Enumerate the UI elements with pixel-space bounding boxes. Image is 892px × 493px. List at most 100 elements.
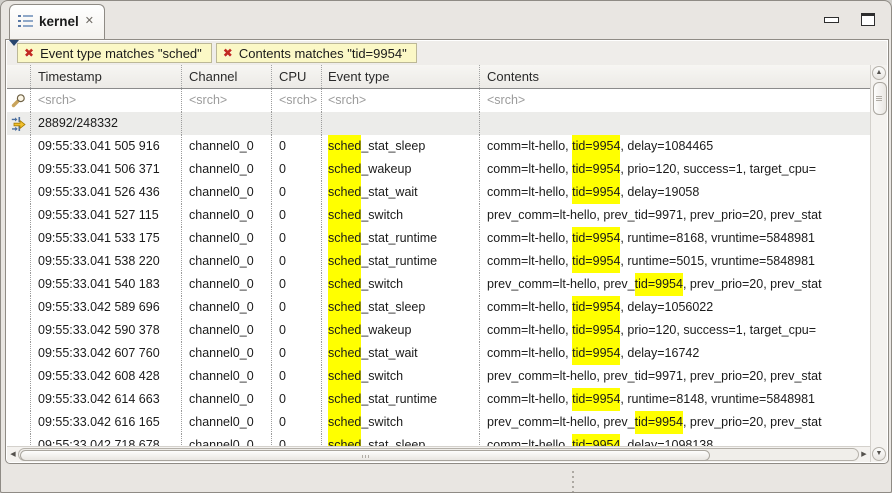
table-row[interactable]: 09:55:33.041 538 220channel0_00sched_sta… <box>7 250 870 273</box>
remove-filter-icon[interactable]: ✖ <box>24 47 34 59</box>
table-row[interactable]: 09:55:33.041 527 115channel0_00sched_swi… <box>7 204 870 227</box>
table-row[interactable]: 09:55:33.042 616 165channel0_00sched_swi… <box>7 411 870 434</box>
filter-status-row[interactable]: 28892/248332 <box>7 112 870 135</box>
horizontal-scroll-track[interactable] <box>18 448 859 461</box>
row-gutter <box>7 319 31 342</box>
filter-status-count: 28892/248332 <box>31 112 182 135</box>
scroll-down-icon[interactable]: ▼ <box>872 447 886 461</box>
cell-cpu: 0 <box>272 273 322 296</box>
cell-timestamp: 09:55:33.041 526 436 <box>31 181 182 204</box>
cell-timestamp: 09:55:33.042 614 663 <box>31 388 182 411</box>
column-header-event-type[interactable]: Event type <box>322 65 480 88</box>
cell-text: , delay=19058 <box>620 181 699 204</box>
table-row[interactable]: 09:55:33.041 505 916channel0_00sched_sta… <box>7 135 870 158</box>
search-input-timestamp[interactable]: <srch> <box>31 89 182 112</box>
table-row[interactable]: 09:55:33.042 718 678channel0_00sched_sta… <box>7 434 870 446</box>
table-row[interactable]: 09:55:33.041 506 371channel0_00sched_wak… <box>7 158 870 181</box>
cell-cpu: 0 <box>272 319 322 342</box>
search-input-channel[interactable]: <srch> <box>182 89 272 112</box>
cell-channel: channel0_0 <box>182 296 272 319</box>
scroll-right-icon[interactable]: ▶ <box>858 448 870 461</box>
table-row[interactable]: 09:55:33.041 533 175channel0_00sched_sta… <box>7 227 870 250</box>
cell-event-type: sched_wakeup <box>322 158 480 181</box>
search-input-event-type[interactable]: <srch> <box>322 89 480 112</box>
cell-text: comm=lt-hello, <box>487 434 572 446</box>
cell-channel: channel0_0 <box>182 204 272 227</box>
search-input-contents[interactable]: <srch> <box>480 89 870 112</box>
filter-chip-event-type[interactable]: ✖ Event type matches "sched" <box>17 43 212 63</box>
scroll-up-icon[interactable]: ▲ <box>872 66 886 80</box>
cell-text: comm=lt-hello, <box>487 227 572 250</box>
vertical-scrollbar[interactable]: ▲ ▼ <box>870 65 887 462</box>
cell-contents: comm=lt-hello, tid=9954, delay=19058 <box>480 181 870 204</box>
highlighted-match: tid=9954 <box>572 319 620 342</box>
remove-filter-icon[interactable]: ✖ <box>223 47 233 59</box>
table-row[interactable]: 09:55:33.042 590 378channel0_00sched_wak… <box>7 319 870 342</box>
events-table-icon <box>18 14 33 28</box>
column-header-contents[interactable]: Contents <box>480 65 870 88</box>
table-header: Timestamp Channel CPU Event type Content… <box>7 65 870 89</box>
tab-close-icon[interactable]: ✕ <box>85 16 94 27</box>
row-gutter <box>7 250 31 273</box>
vertical-scroll-thumb[interactable] <box>873 82 887 115</box>
highlighted-match: sched <box>328 342 361 365</box>
horizontal-scroll-thumb[interactable] <box>20 450 710 461</box>
cell-text: prev_comm=lt-hello, prev_ <box>487 411 635 434</box>
cell-text: prev_comm=lt-hello, prev_tid=9971, prev_… <box>487 204 822 227</box>
cell-text: _stat_wait <box>361 342 417 365</box>
highlighted-match: sched <box>328 411 361 434</box>
minimize-button[interactable] <box>824 17 839 23</box>
cell-text: comm=lt-hello, <box>487 181 572 204</box>
cell-text: , prev_prio=20, prev_stat <box>683 411 822 434</box>
filter-match-icon <box>7 112 31 135</box>
cell-channel: channel0_0 <box>182 158 272 181</box>
cell-text: _switch <box>361 204 403 227</box>
cell-contents: comm=lt-hello, tid=9954, delay=1084465 <box>480 135 870 158</box>
column-header-channel[interactable]: Channel <box>182 65 272 88</box>
window-controls <box>824 13 875 26</box>
highlighted-match: tid=9954 <box>572 388 620 411</box>
filter-chip-label: Event type matches "sched" <box>40 46 202 61</box>
table-row[interactable]: 09:55:33.042 607 760channel0_00sched_sta… <box>7 342 870 365</box>
cell-text: prev_comm=lt-hello, prev_ <box>487 273 635 296</box>
cell-text: comm=lt-hello, <box>487 250 572 273</box>
cell-event-type: sched_switch <box>322 411 480 434</box>
collapse-triangle-icon[interactable] <box>9 40 19 46</box>
cell-channel: channel0_0 <box>182 365 272 388</box>
table-row[interactable]: 09:55:33.042 614 663channel0_00sched_sta… <box>7 388 870 411</box>
maximize-button[interactable] <box>861 13 875 26</box>
cell-event-type: sched_stat_runtime <box>322 250 480 273</box>
sash-handle[interactable] <box>569 468 577 493</box>
cell-event-type: sched_stat_runtime <box>322 227 480 250</box>
events-table-view: ✖ Event type matches "sched" ✖ Contents … <box>5 39 889 464</box>
cell-channel: channel0_0 <box>182 227 272 250</box>
highlighted-match: sched <box>328 273 361 296</box>
cell-cpu: 0 <box>272 411 322 434</box>
cell-event-type: sched_switch <box>322 204 480 227</box>
table-row[interactable]: 09:55:33.041 540 183channel0_00sched_swi… <box>7 273 870 296</box>
filter-chip-contents[interactable]: ✖ Contents matches "tid=9954" <box>216 43 417 63</box>
highlighted-match: tid=9954 <box>572 158 620 181</box>
cell-contents: prev_comm=lt-hello, prev_tid=9971, prev_… <box>480 365 870 388</box>
tab-kernel[interactable]: kernel ✕ <box>9 4 105 39</box>
horizontal-scrollbar[interactable]: ◀ ▶ <box>7 446 870 462</box>
cell-cpu: 0 <box>272 434 322 446</box>
cell-timestamp: 09:55:33.041 533 175 <box>31 227 182 250</box>
cell-text: prev_comm=lt-hello, prev_tid=9971, prev_… <box>487 365 822 388</box>
row-gutter <box>7 181 31 204</box>
table-row[interactable]: 09:55:33.042 608 428channel0_00sched_swi… <box>7 365 870 388</box>
cell-text: _wakeup <box>361 158 411 181</box>
cell-contents: comm=lt-hello, tid=9954, delay=16742 <box>480 342 870 365</box>
column-header-timestamp[interactable]: Timestamp <box>31 65 182 88</box>
highlighted-match: sched <box>328 158 361 181</box>
table-row[interactable]: 09:55:33.042 589 696channel0_00sched_sta… <box>7 296 870 319</box>
thumb-grip <box>876 96 882 97</box>
highlighted-match: sched <box>328 365 361 388</box>
cell-event-type: sched_stat_sleep <box>322 296 480 319</box>
search-input-cpu[interactable]: <srch> <box>272 89 322 112</box>
highlighted-match: sched <box>328 204 361 227</box>
table-row[interactable]: 09:55:33.041 526 436channel0_00sched_sta… <box>7 181 870 204</box>
column-header-cpu[interactable]: CPU <box>272 65 322 88</box>
cell-cpu: 0 <box>272 158 322 181</box>
cell-text: comm=lt-hello, <box>487 296 572 319</box>
